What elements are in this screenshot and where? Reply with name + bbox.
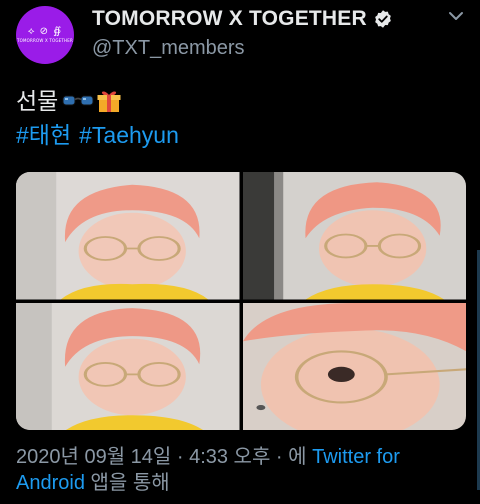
hashtag-link[interactable]: #Taehyun	[79, 122, 179, 148]
media-grid	[16, 172, 466, 430]
photo-thumbnail[interactable]	[242, 172, 466, 300]
verified-badge-icon	[375, 10, 391, 28]
source-suffix: 앱을 통해	[84, 472, 170, 494]
photo-thumbnail[interactable]	[16, 172, 240, 300]
gift-emoji-icon	[97, 91, 121, 112]
portrait-image	[242, 172, 466, 300]
avatar[interactable]: ⟡ ⊘ ∯ TOMORROW X TOGETHER	[16, 6, 74, 64]
avatar-logo-symbols: ⟡ ⊘ ∯	[27, 26, 63, 37]
tweet-line: 선물	[16, 84, 187, 118]
more-options-button[interactable]	[446, 10, 466, 34]
portrait-image	[16, 172, 240, 300]
hashtag-link[interactable]: #태현	[16, 122, 71, 148]
tweet-text: 선물 #태현 #Taehyun	[16, 84, 187, 152]
chevron-down-icon	[449, 12, 463, 20]
glasses-emoji-icon	[62, 95, 94, 106]
timestamp: 2020년 09월 14일 · 4:33 오후 · 에	[16, 446, 313, 468]
avatar-logo-text: TOMORROW X TOGETHER	[17, 38, 73, 43]
tweet-header: ⟡ ⊘ ∯ TOMORROW X TOGETHER TOMORROW X TOG…	[0, 0, 480, 80]
display-name[interactable]: TOMORROW X TOGETHER	[92, 7, 367, 31]
hashtag-line: #태현 #Taehyun	[16, 118, 187, 152]
portrait-image	[16, 302, 240, 430]
portrait-image	[242, 302, 466, 430]
photo-thumbnail[interactable]	[242, 302, 466, 430]
tweet-metadata: 2020년 09월 14일 · 4:33 오후 · 에 Twitter for …	[16, 444, 466, 496]
photo-thumbnail[interactable]	[16, 302, 240, 430]
name-row[interactable]: TOMORROW X TOGETHER	[92, 7, 393, 31]
tweet-body: 선물	[16, 88, 59, 114]
handle[interactable]: @TXT_members	[92, 37, 245, 60]
